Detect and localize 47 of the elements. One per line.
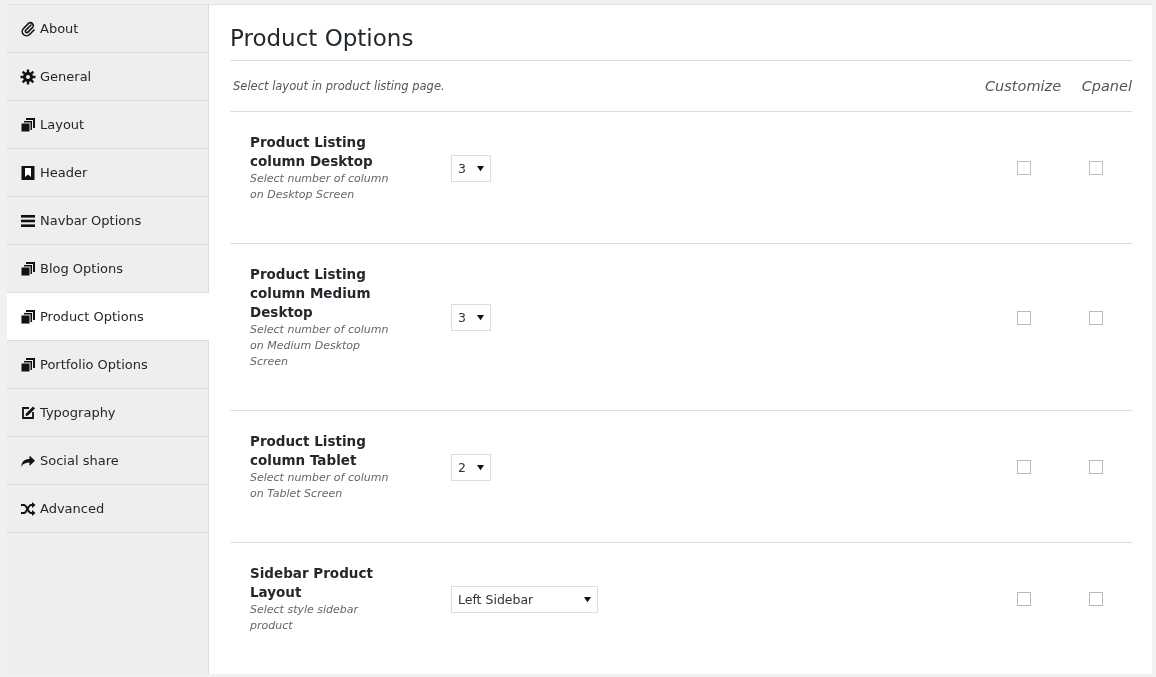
menu-icon — [20, 212, 36, 229]
option-label: Product Listing column Medium Desktop — [250, 265, 372, 322]
sidebar-item[interactable]: Layout — [7, 101, 208, 149]
checkbox[interactable] — [1017, 161, 1031, 175]
sidebar-item[interactable]: Typography — [7, 389, 208, 437]
intro-text: Select layout in product listing page. — [232, 79, 446, 93]
option-description: Select style sidebar product — [250, 602, 360, 634]
select-dropdown[interactable]: Left Sidebar — [451, 585, 598, 613]
checkbox[interactable] — [1089, 161, 1103, 175]
checkbox[interactable] — [1017, 310, 1031, 325]
caret-icon — [477, 314, 484, 321]
option-description: Select number of column on Desktop Screen — [250, 171, 390, 203]
paperclip-icon — [20, 20, 36, 37]
sidebar-item[interactable]: Navbar Options — [7, 197, 208, 245]
bookmark-icon — [20, 164, 36, 181]
option-description: Select number of column on Tablet Screen — [250, 470, 390, 502]
option-label: Sidebar Product Layout — [250, 564, 374, 602]
sidebar-item[interactable]: Portfolio Options — [7, 341, 208, 389]
edit-icon — [20, 404, 36, 421]
stacked-pages-icon — [20, 116, 36, 133]
sidebar-item[interactable]: Product Options — [7, 293, 209, 341]
stacked-pages-icon — [20, 260, 36, 277]
caret-icon — [477, 164, 484, 172]
checkbox[interactable] — [1089, 310, 1103, 325]
checkbox[interactable] — [1017, 592, 1031, 606]
stacked-pages-icon — [20, 356, 36, 373]
checkbox[interactable] — [1089, 592, 1103, 606]
sidebar-item[interactable]: About — [7, 5, 208, 53]
caret-icon — [584, 595, 591, 603]
gear-icon — [20, 68, 36, 85]
option-label: Product Listing column Tablet — [250, 432, 367, 470]
checkbox[interactable] — [1089, 460, 1103, 474]
sidebar-item[interactable]: Header — [7, 149, 208, 197]
option-label: Product Listing column Desktop — [250, 133, 374, 171]
caret-icon — [477, 463, 484, 471]
sidebar-item[interactable]: General — [7, 53, 208, 101]
checkbox[interactable] — [1017, 460, 1031, 474]
column-heading: Cpanel — [1080, 78, 1132, 94]
sidebar-item[interactable]: Social share — [7, 437, 208, 485]
select-dropdown[interactable]: 3 — [451, 304, 491, 331]
select-dropdown[interactable]: 2 — [451, 453, 491, 481]
stacked-pages-icon — [20, 308, 36, 325]
sidebar-item[interactable]: Advanced — [7, 485, 208, 533]
select-dropdown[interactable]: 3 — [451, 154, 491, 182]
option-description: Select number of column on Medium Desktop Screen — [250, 322, 390, 370]
page-title: Product Options — [230, 25, 1132, 61]
shuffle-icon — [20, 500, 36, 517]
